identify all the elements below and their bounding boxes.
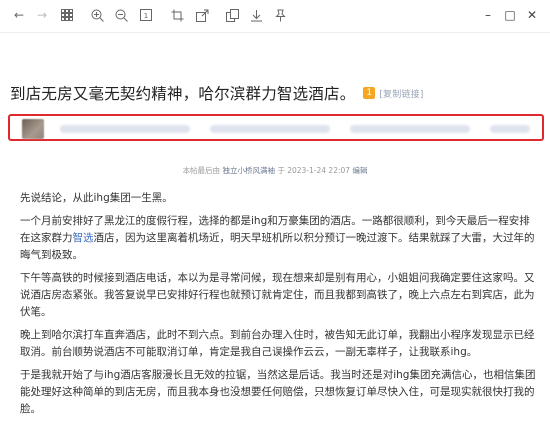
post-meta: 本帖最后由 独立小桥风满袖 于 2023-1-24 22:07 编辑 xyxy=(0,165,550,176)
blurred-author-stats xyxy=(350,125,470,133)
crop-icon[interactable] xyxy=(168,6,186,24)
paragraph: 下午等高铁的时候接到酒店电话，本以为是寻常问候，现在想来却是别有用心，小姐姐问我… xyxy=(20,272,535,318)
post-title-row: 到店无房又毫无契约精神，哈尔滨群力智选酒店。 1 [复制链接] xyxy=(10,82,510,104)
copy-link[interactable]: [复制链接] xyxy=(379,87,423,100)
post-title: 到店无房又毫无契约精神，哈尔滨群力智选酒店。 xyxy=(10,85,356,103)
meta-prefix: 本帖最后由 xyxy=(182,166,223,175)
forward-icon[interactable]: → xyxy=(33,6,51,24)
grid-icon[interactable] xyxy=(58,6,76,24)
maximize-button[interactable]: □ xyxy=(501,6,519,24)
paragraph: 先说结论，从此ihg集团一生黑。 xyxy=(20,192,173,204)
export-icon[interactable] xyxy=(193,6,211,24)
post-content: 先说结论，从此ihg集团一生黑。 一个月前安排好了黑龙江的度假行程，选择的都是i… xyxy=(20,190,540,424)
title-badge: 1 xyxy=(363,87,376,99)
toolbar-divider xyxy=(0,32,550,33)
blurred-author-stats xyxy=(210,125,330,133)
minimize-button[interactable]: – xyxy=(479,6,497,24)
meta-edit: 编辑 xyxy=(352,166,368,175)
svg-text:1: 1 xyxy=(144,12,148,20)
viewer-toolbar: ← → 1 – □ ✕ xyxy=(0,0,550,30)
avatar[interactable] xyxy=(22,119,44,139)
meta-author[interactable]: 独立小桥风满袖 xyxy=(222,166,275,175)
paragraph: 晚上到哈尔滨打车直奔酒店，此时不到六点。到前台办理入住时，被告知无此订单，我翻出… xyxy=(20,329,535,358)
blurred-author-info xyxy=(60,125,190,133)
fit-page-icon[interactable]: 1 xyxy=(137,6,155,24)
paragraph: 于是我就开始了与ihg酒店客服漫长且无效的拉锯，当然这是后话。我当时还是对ihg… xyxy=(20,369,536,415)
back-icon[interactable]: ← xyxy=(10,6,28,24)
zoom-out-icon[interactable] xyxy=(112,6,130,24)
blurred-author-stats xyxy=(490,125,530,133)
meta-date: 于 2023-1-24 22:07 xyxy=(274,166,353,175)
download-icon[interactable] xyxy=(247,6,265,24)
copy-icon[interactable] xyxy=(223,6,241,24)
close-button[interactable]: ✕ xyxy=(523,6,541,24)
highlighted-text: 智选 xyxy=(72,232,94,244)
zoom-in-icon[interactable] xyxy=(88,6,106,24)
paragraph: 一个月前安排好了黑龙江的度假行程，选择的都是ihg和万豪集团的酒店。一路都很顺利… xyxy=(20,215,535,261)
pin-icon[interactable] xyxy=(271,6,289,24)
author-info-bar xyxy=(8,114,544,141)
